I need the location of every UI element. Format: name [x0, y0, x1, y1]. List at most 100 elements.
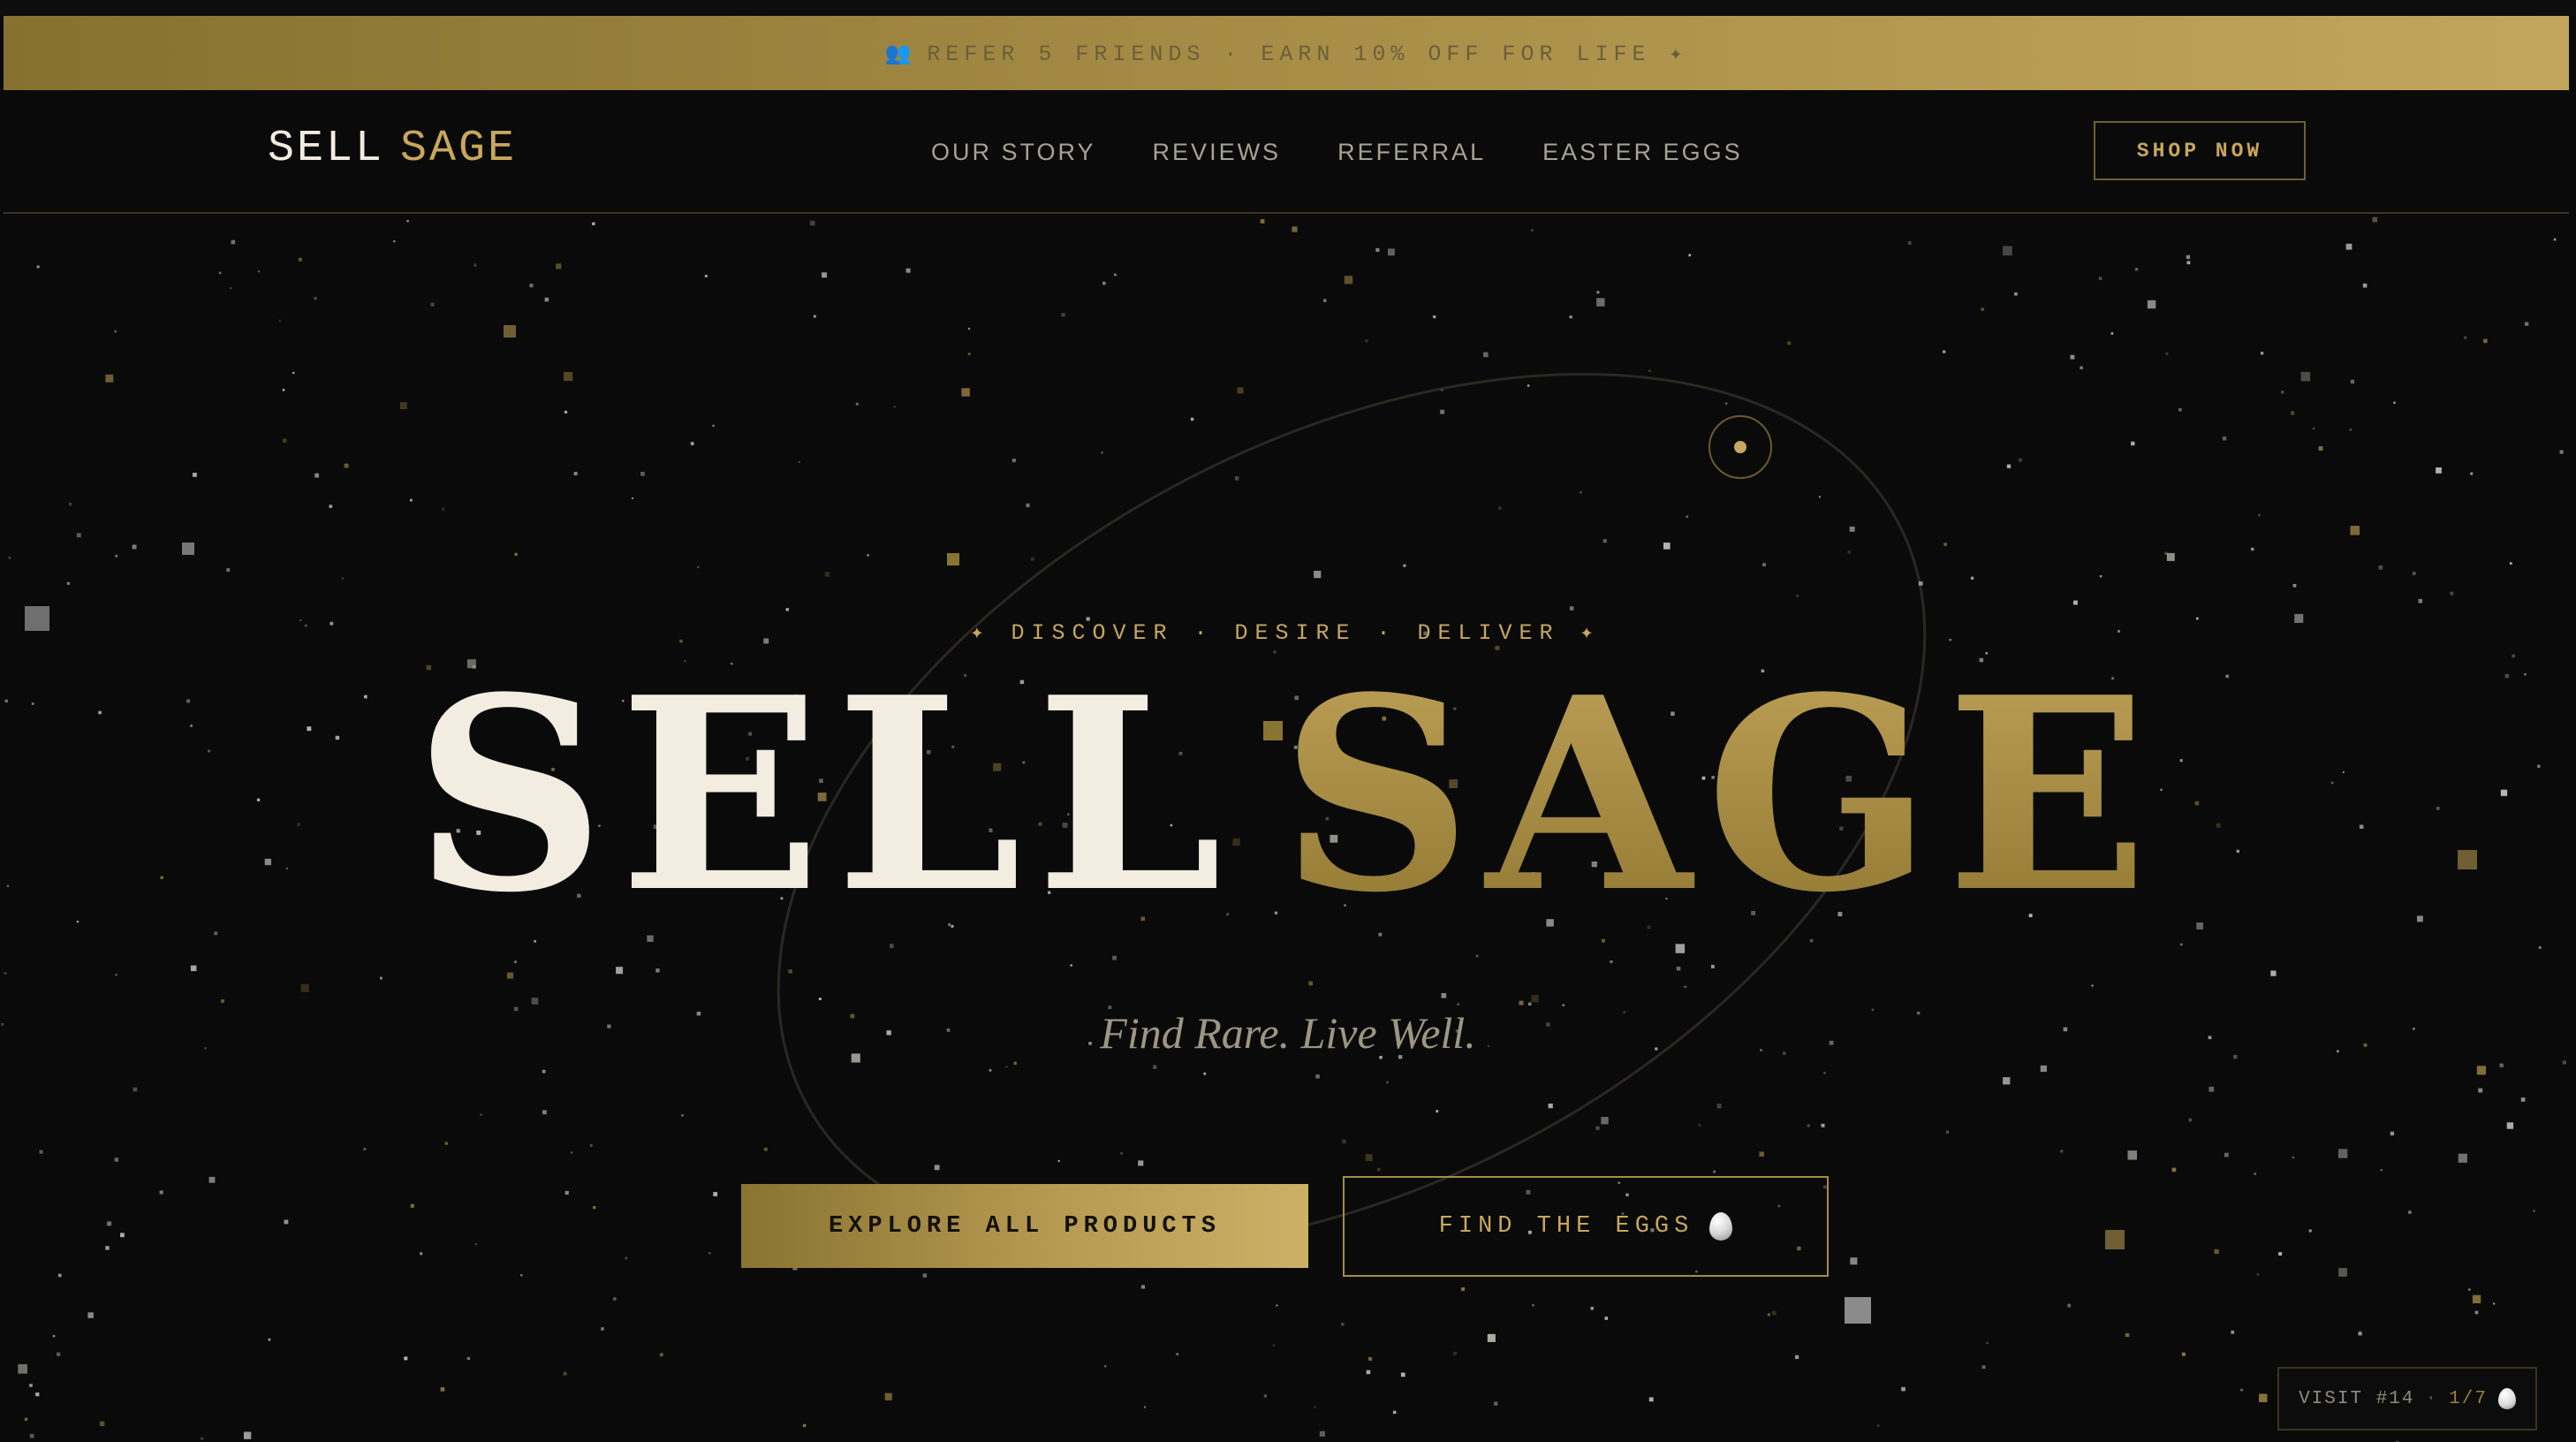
star-particle — [2099, 575, 2102, 578]
star-particle — [1263, 1394, 1267, 1398]
star-particle — [2538, 946, 2542, 949]
star-particle — [696, 1012, 701, 1016]
egg-icon — [1709, 1212, 1733, 1241]
star-particle — [1663, 543, 1671, 550]
star-particle — [2337, 1050, 2339, 1052]
star-particle — [1847, 550, 1852, 554]
find-the-eggs-button[interactable]: FIND THE EGGS — [1343, 1176, 1829, 1277]
star-particle — [105, 1246, 110, 1250]
star-particle — [2018, 458, 2022, 462]
star-particle — [1981, 307, 1984, 311]
star-particle — [1140, 1285, 1145, 1289]
star-particle — [57, 1352, 61, 1356]
star-particle — [1698, 1124, 1701, 1127]
star-particle — [4, 699, 8, 702]
star-particle — [314, 473, 319, 478]
star-particle — [1610, 960, 1613, 964]
star-particle — [25, 606, 49, 631]
star-particle — [1365, 1154, 1373, 1161]
nav-link-easter-eggs[interactable]: EASTER EGGS — [1542, 139, 1743, 166]
star-particle — [884, 1393, 892, 1400]
star-particle — [218, 271, 222, 275]
star-particle — [2359, 824, 2364, 829]
star-particle — [1767, 1313, 1770, 1317]
star-particle — [1344, 276, 1353, 285]
star-particle — [1601, 1117, 1609, 1125]
star-particle — [1276, 1304, 1278, 1307]
star-particle — [1519, 1000, 1524, 1006]
star-particle — [704, 275, 708, 277]
star-particle — [616, 967, 624, 975]
star-particle — [1260, 219, 1265, 224]
star-particle — [788, 969, 792, 974]
star-particle — [2418, 598, 2423, 603]
star-particle — [204, 1047, 207, 1050]
star-particle — [87, 1312, 94, 1318]
star-particle — [1483, 352, 1489, 358]
star-particle — [2281, 391, 2284, 394]
nav-link-reviews[interactable]: REVIEWS — [1153, 139, 1282, 166]
star-particle — [850, 1013, 855, 1019]
star-particle — [76, 921, 80, 923]
star-particle — [690, 442, 694, 445]
star-particle — [201, 1437, 204, 1440]
star-particle — [2125, 1332, 2130, 1338]
star-particle — [1821, 1123, 1825, 1127]
star-particle — [132, 544, 137, 550]
star-particle — [1569, 315, 1572, 319]
star-particle — [2222, 436, 2227, 441]
star-particle — [564, 1190, 569, 1195]
star-particle — [563, 1371, 567, 1376]
star-particle — [2372, 216, 2378, 223]
star-particle — [1375, 247, 1380, 252]
star-particle — [1596, 291, 1600, 294]
star-particle — [1819, 496, 1821, 498]
star-particle — [440, 1387, 445, 1392]
star-particle — [442, 507, 445, 511]
star-particle — [1030, 557, 1034, 561]
star-particle — [257, 270, 260, 273]
star-particle — [226, 568, 231, 572]
star-particle — [2040, 1065, 2047, 1073]
visit-counter-badge[interactable]: VISIT #14 · 1/7 — [2277, 1367, 2537, 1431]
star-particle — [393, 240, 396, 243]
star-particle — [160, 876, 163, 879]
star-particle — [1676, 967, 1681, 971]
nav-link-referral[interactable]: REFERRAL — [1337, 139, 1486, 166]
star-particle — [68, 503, 72, 506]
star-particle — [1527, 384, 1530, 387]
explore-all-products-button[interactable]: EXPLORE ALL PRODUCTS — [741, 1184, 1308, 1268]
star-particle — [2350, 379, 2355, 384]
star-particle — [1580, 491, 1582, 494]
star-particle — [2436, 807, 2440, 810]
star-particle — [1595, 1126, 1600, 1130]
referral-promo-banner[interactable]: 👥 REFER 5 FRIENDS · EARN 10% OFF FOR LIF… — [4, 16, 2569, 90]
people-icon: 👥 — [884, 41, 912, 65]
star-particle — [504, 325, 516, 338]
logo[interactable]: SELL SAGE — [268, 124, 517, 174]
nav-link-our-story[interactable]: OUR STORY — [931, 139, 1096, 166]
star-particle — [1, 1023, 4, 1026]
star-particle — [1104, 1365, 1107, 1368]
star-particle — [480, 1113, 482, 1116]
star-particle — [190, 725, 193, 727]
star-particle — [809, 220, 815, 226]
star-particle — [120, 1233, 125, 1238]
star-particle — [2186, 254, 2191, 260]
star-particle — [1943, 350, 1946, 353]
star-particle — [1392, 1410, 1397, 1415]
star-particle — [1388, 248, 1395, 256]
star-particle — [2259, 1393, 2268, 1402]
star-particle — [2468, 1288, 2471, 1291]
star-particle — [1026, 503, 1030, 507]
star-particle — [341, 577, 345, 580]
star-particle — [1314, 1406, 1316, 1408]
star-particle — [1532, 1304, 1534, 1307]
star-particle — [2363, 1043, 2368, 1047]
shop-now-button[interactable]: SHOP NOW — [2094, 121, 2306, 180]
star-particle — [1112, 955, 1117, 960]
star-particle — [1760, 1049, 1762, 1051]
star-particle — [278, 319, 281, 323]
star-particle — [66, 581, 70, 585]
star-particle — [1319, 1431, 1325, 1437]
